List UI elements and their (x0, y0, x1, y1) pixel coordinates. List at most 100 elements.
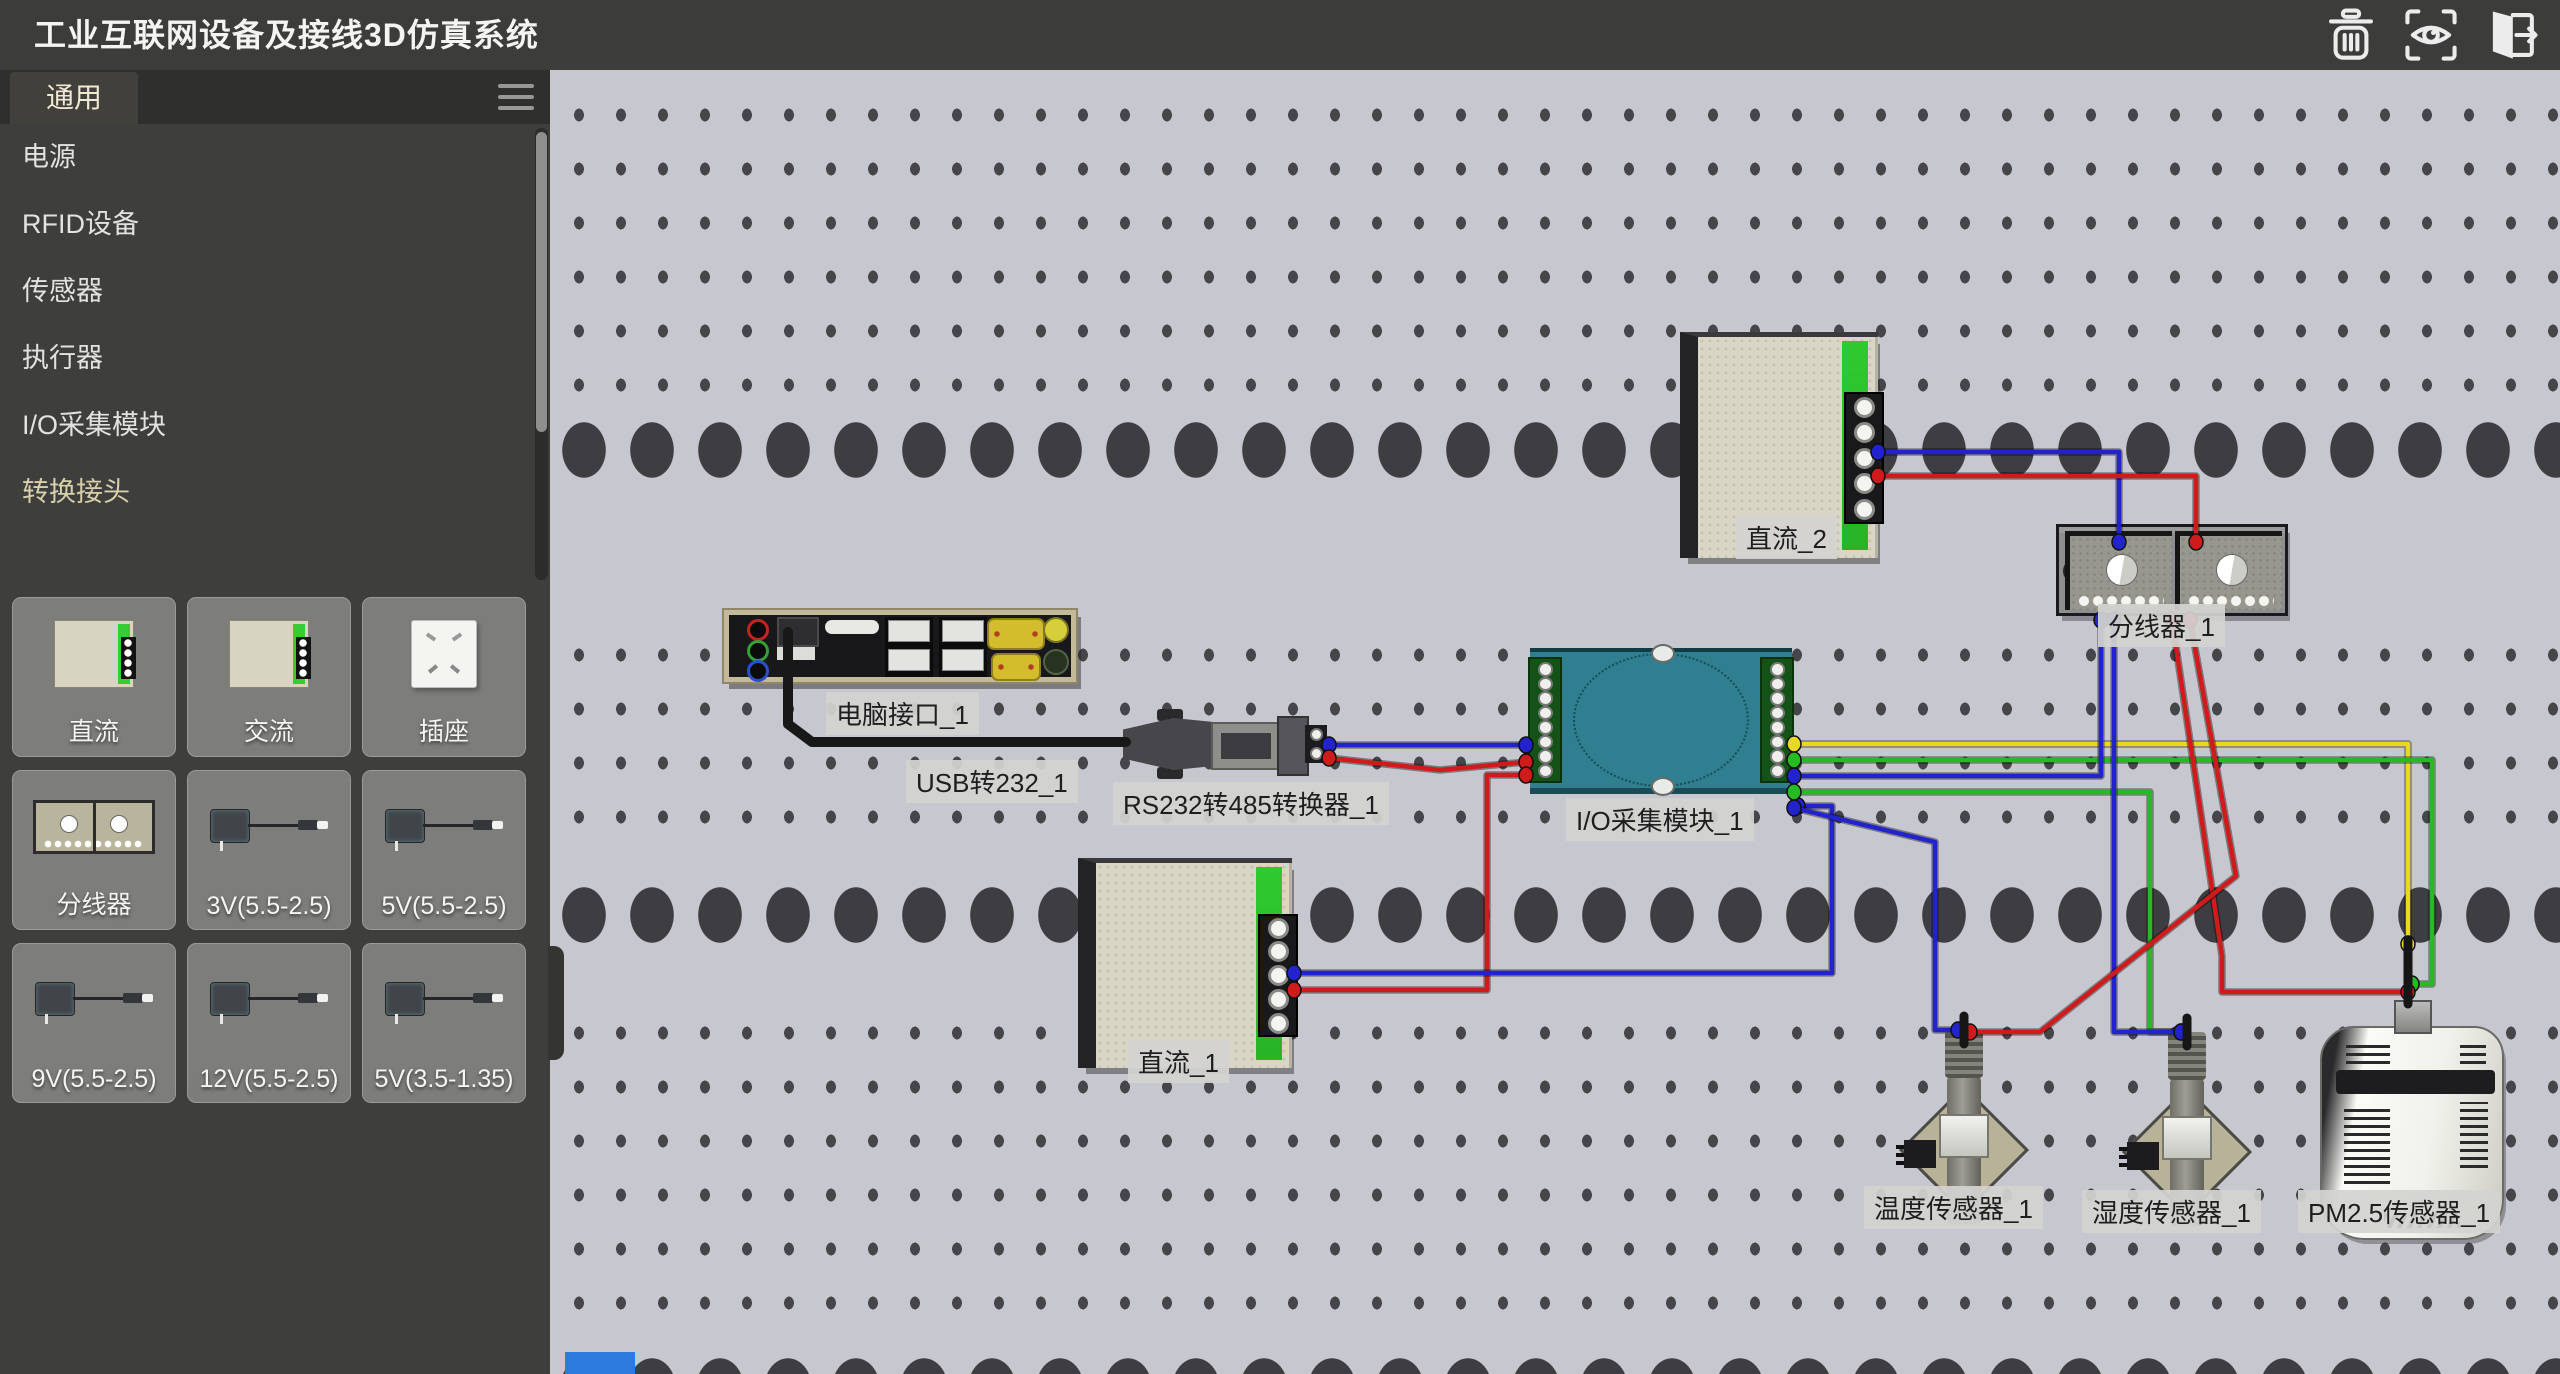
palette-item-交流[interactable]: 交流 (187, 597, 351, 757)
palette-item-label: 交流 (188, 712, 350, 748)
socket-icon (411, 620, 477, 688)
palette-item-label: 5V(5.5-2.5) (363, 892, 525, 921)
usb-plug (777, 617, 819, 647)
device-label: 分线器_1 (2098, 604, 2225, 647)
round-connector-yellow (1043, 617, 1069, 643)
sidebar-scrollbar-thumb[interactable] (536, 132, 547, 432)
sidebar-item-传感器[interactable]: 传感器 (0, 258, 522, 325)
power-adapter-icon (206, 804, 332, 850)
audio-jack-red (747, 619, 769, 641)
clamp-band (1939, 1114, 1989, 1158)
sensor-connector (1904, 1140, 1936, 1168)
sidebar-scrollbar[interactable] (535, 128, 548, 580)
audio-jack-green (747, 640, 769, 662)
vent (2460, 1102, 2488, 1168)
terminal-block (1844, 392, 1884, 524)
exit-icon[interactable] (2480, 6, 2542, 64)
device-label: RS232转485转换器_1 (1113, 782, 1389, 825)
vent (2346, 1042, 2390, 1064)
usb-ports (885, 617, 933, 677)
sidebar-menu: 电源RFID设备传感器执行器I/O采集模块转换接头 (0, 124, 522, 526)
vent (2460, 1040, 2486, 1064)
app-title: 工业互联网设备及接线3D仿真系统 (34, 0, 539, 70)
db9-connector (1211, 722, 1281, 770)
palette-item-label: 12V(5.5-2.5) (188, 1065, 350, 1094)
terminal-strip (1528, 657, 1562, 783)
splitter-section (2175, 531, 2282, 610)
pegboard-hole-row (550, 862, 2560, 1015)
power-adapter-icon (31, 977, 157, 1023)
device-label: 电脑接口_1 (826, 692, 979, 735)
tab-general[interactable]: 通用 (10, 72, 138, 124)
preview-eye-icon[interactable] (2400, 6, 2462, 64)
splitter-section (2065, 531, 2172, 610)
palette-item-label: 3V(5.5-2.5) (188, 892, 350, 921)
vent (2344, 1106, 2390, 1184)
device-temperature-sensor[interactable] (1900, 1038, 2028, 1188)
device-label: 直流_1 (1128, 1040, 1229, 1083)
menu-toggle-icon[interactable] (498, 84, 534, 110)
title-bar: 工业互联网设备及接线3D仿真系统 (0, 0, 2560, 70)
sidebar-item-I/O采集模块[interactable]: I/O采集模块 (0, 392, 522, 459)
device-label: 温度传感器_1 (1864, 1186, 2043, 1229)
sensor-connector (2127, 1142, 2159, 1170)
device-humidity-sensor[interactable] (2123, 1040, 2251, 1190)
audio-jack-blue (747, 660, 769, 682)
power-adapter-icon (381, 977, 507, 1023)
dc-power-icon (54, 620, 134, 688)
palette-item-label: 插座 (363, 712, 525, 748)
sidebar-item-电源[interactable]: 电源 (0, 124, 522, 191)
palette-item-label: 9V(5.5-2.5) (13, 1065, 175, 1094)
panel-slot (825, 620, 879, 634)
palette-item-label: 分线器 (13, 885, 175, 921)
sidebar-item-执行器[interactable]: 执行器 (0, 325, 522, 392)
sidebar-item-RFID设备[interactable]: RFID设备 (0, 191, 522, 258)
terminal-block (1305, 725, 1327, 763)
module-dial (1573, 653, 1749, 787)
bottom-left-blue-indicator (565, 1352, 635, 1374)
round-connector-green (1043, 649, 1069, 675)
serial-port (991, 653, 1041, 681)
screw (1651, 644, 1675, 663)
palette-item-插座[interactable]: 插座 (362, 597, 526, 757)
cable-gland (1945, 1030, 1983, 1078)
sidebar-item-转换接头[interactable]: 转换接头 (0, 459, 522, 526)
device-label: USB转232_1 (906, 760, 1078, 803)
serial-port (987, 618, 1045, 650)
device-label: 直流_2 (1736, 516, 1837, 559)
ac-power-icon (229, 620, 309, 688)
device-label: PM2.5传感器_1 (2298, 1190, 2500, 1233)
screw (1651, 777, 1675, 796)
palette-item-直流[interactable]: 直流 (12, 597, 176, 757)
device-pc-interface[interactable] (722, 608, 1078, 684)
device-label: 湿度传感器_1 (2082, 1190, 2261, 1233)
palette-item-12V(5.5-2.5)[interactable]: 12V(5.5-2.5) (187, 943, 351, 1103)
toolbar (2320, 5, 2542, 65)
cable-gland (2168, 1032, 2206, 1080)
terminal-strip (1760, 657, 1794, 783)
palette-item-5V(5.5-2.5)[interactable]: 5V(5.5-2.5) (362, 770, 526, 930)
housing-band (2336, 1070, 2494, 1094)
device-splitter[interactable] (2056, 524, 2288, 616)
palette-item-3V(5.5-2.5)[interactable]: 3V(5.5-2.5) (187, 770, 351, 930)
db9-hood (1123, 718, 1215, 770)
power-adapter-icon (381, 804, 507, 850)
power-adapter-icon (206, 977, 332, 1023)
io-panel (729, 615, 1071, 677)
clamp-band (2162, 1116, 2212, 1160)
panel-resize-handle[interactable] (548, 946, 564, 1060)
palette-item-5V(3.5-1.35)[interactable]: 5V(3.5-1.35) (362, 943, 526, 1103)
cable-connector (2394, 1000, 2432, 1034)
splitter-icon (33, 800, 155, 854)
pegboard-hole-row (550, 1330, 2560, 1374)
palette-item-label: 5V(3.5-1.35) (363, 1065, 525, 1094)
palette-item-label: 直流 (13, 712, 175, 748)
palette-item-9V(5.5-2.5)[interactable]: 9V(5.5-2.5) (12, 943, 176, 1103)
trash-icon[interactable] (2320, 6, 2382, 64)
usb-ports (939, 617, 987, 677)
palette-item-分线器[interactable]: 分线器 (12, 770, 176, 930)
device-rs232-485-converter[interactable] (1123, 712, 1327, 776)
device-label: I/O采集模块_1 (1566, 798, 1754, 841)
device-dc-power-1[interactable] (1078, 858, 1292, 1068)
device-io-module[interactable] (1530, 652, 1792, 788)
